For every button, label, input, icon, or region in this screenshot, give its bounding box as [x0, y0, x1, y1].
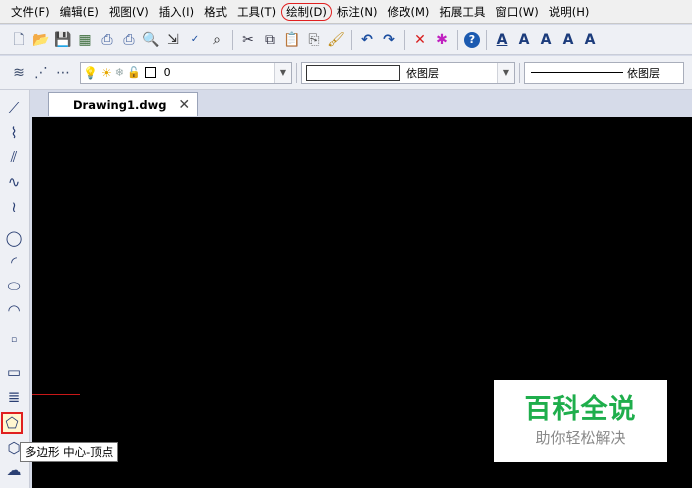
- properties-toolbar: ≋ ⋰ ⋯ 💡 ☀ ❄ 🔓 0 ▼ 依图层 ▼ 依图层: [0, 56, 692, 90]
- toolbar-separator: [351, 29, 352, 50]
- circle-icon[interactable]: ◯: [4, 228, 24, 248]
- paste-special-icon[interactable]: ⎘: [305, 31, 323, 49]
- arc-icon[interactable]: ◜: [4, 252, 24, 272]
- standard-toolbar: 🗋 📂 💾 ▦ ⎙ ⎙ 🔍 ⇲ ✓ ⌕ ✂ ⧉ 📋 ⎘ 🖌 ↶ ↷ ✕ ✱ ? …: [0, 25, 692, 55]
- toolbar-separator: [457, 29, 458, 50]
- toolbar-separator: [296, 62, 297, 83]
- linetype-combo[interactable]: 依图层: [524, 61, 684, 84]
- tab-drawing1[interactable]: Drawing1.dwg ✕: [48, 92, 198, 116]
- crosshair-cursor: [32, 394, 80, 395]
- ellipse-icon[interactable]: ⬭: [4, 276, 24, 296]
- color-combo-label: 依图层: [406, 66, 439, 80]
- toolbar-separator: [404, 29, 405, 50]
- menu-window[interactable]: 窗口(W): [490, 2, 543, 22]
- watermark-subtitle: 助你轻松解决: [535, 429, 626, 447]
- sun-icon: ☀: [100, 65, 112, 80]
- single-line-text-icon[interactable]: A: [515, 31, 533, 49]
- menu-tools[interactable]: 工具(T): [232, 2, 281, 22]
- menu-insert[interactable]: 插入(I): [154, 2, 199, 22]
- close-icon[interactable]: ✕: [178, 97, 190, 113]
- layer-manager-icon[interactable]: ≋: [10, 64, 28, 82]
- layer-name: 0: [163, 66, 171, 79]
- layer-state-icon[interactable]: ⋯: [54, 64, 72, 82]
- watermark: 百科全说 助你轻松解决: [494, 380, 667, 462]
- multiline-text-icon[interactable]: A: [537, 31, 555, 49]
- layer-previous-icon[interactable]: ⋰: [32, 64, 50, 82]
- purge-icon[interactable]: ✱: [433, 31, 451, 49]
- tooltip: 多边形 中心-顶点: [20, 442, 119, 462]
- multiline-icon[interactable]: ⫽: [4, 147, 24, 167]
- linetype-combo-label: 依图层: [627, 66, 660, 80]
- revision-cloud-icon[interactable]: ☁: [4, 460, 24, 480]
- erase-icon[interactable]: ✕: [411, 31, 429, 49]
- lock-icon: 🔓: [126, 66, 141, 79]
- undo-icon[interactable]: ↶: [358, 31, 376, 49]
- point-icon[interactable]: ▫: [4, 330, 24, 350]
- match-properties-icon[interactable]: 🖌: [327, 31, 345, 49]
- watermark-title: 百科全说: [524, 394, 637, 425]
- cut-icon[interactable]: ✂: [239, 31, 257, 49]
- redo-icon[interactable]: ↷: [380, 31, 398, 49]
- copy-icon[interactable]: ⧉: [261, 31, 279, 49]
- helix-icon[interactable]: ≣: [4, 387, 24, 407]
- color-combo[interactable]: 依图层 ▼: [301, 61, 515, 84]
- toolbar-separator: [519, 62, 520, 83]
- color-swatch: [306, 64, 400, 81]
- spline-icon[interactable]: ∿: [4, 172, 24, 192]
- polygon-center-vertex-icon[interactable]: ⬠: [1, 412, 23, 434]
- save-as-icon[interactable]: ▦: [76, 31, 94, 49]
- freeze-icon: ❄: [114, 66, 124, 79]
- freehand-icon[interactable]: ≀: [4, 197, 24, 217]
- layer-combo[interactable]: 💡 ☀ ❄ 🔓 0 ▼: [80, 61, 292, 84]
- spell-check-icon[interactable]: ✓: [186, 31, 204, 49]
- polyline-icon[interactable]: ⌇: [4, 123, 24, 143]
- plot-icon[interactable]: ⎙: [98, 31, 116, 49]
- toolbar-separator: [232, 29, 233, 50]
- new-file-icon[interactable]: 🗋: [10, 31, 28, 49]
- edit-text-icon[interactable]: A: [559, 31, 577, 49]
- bulb-icon: 💡: [83, 65, 98, 80]
- text-style-icon[interactable]: A: [493, 31, 511, 49]
- chevron-down-icon[interactable]: ▼: [497, 62, 514, 83]
- find-icon[interactable]: ⌕: [208, 31, 226, 49]
- chevron-down-icon[interactable]: ▼: [274, 62, 291, 83]
- drawing-canvas[interactable]: 百科全说 助你轻松解决: [32, 117, 692, 488]
- toolbar-separator: [486, 29, 487, 50]
- rectangle-icon[interactable]: ▭: [4, 362, 24, 382]
- menu-view[interactable]: 视图(V): [104, 2, 154, 22]
- menu-edit[interactable]: 编辑(E): [55, 2, 104, 22]
- print-icon[interactable]: ⎙: [120, 31, 138, 49]
- tab-label: Drawing1.dwg: [73, 97, 167, 112]
- menu-extensions[interactable]: 拓展工具: [434, 2, 490, 22]
- menu-modify[interactable]: 修改(M): [382, 2, 434, 22]
- ellipse-arc-icon[interactable]: ◠: [4, 300, 24, 320]
- find-text-icon[interactable]: A: [581, 31, 599, 49]
- open-folder-icon[interactable]: 📂: [32, 31, 50, 49]
- help-icon[interactable]: ?: [464, 31, 480, 48]
- line-icon[interactable]: ⟋: [4, 98, 24, 118]
- paste-icon[interactable]: 📋: [283, 31, 301, 49]
- draw-toolbar: ⟋ ⌇ ⫽ ∿ ≀ ◯ ◜ ⬭ ◠ ▫ ▭ ≣ ⬠ ⬡ ☁: [0, 90, 30, 488]
- save-icon[interactable]: 💾: [54, 31, 72, 49]
- menu-draw[interactable]: 绘制(D): [281, 2, 332, 21]
- publish-icon[interactable]: ⇲: [164, 31, 182, 49]
- menu-dimension[interactable]: 标注(N): [332, 2, 383, 22]
- menu-bar: 文件(F) 编辑(E) 视图(V) 插入(I) 格式 工具(T) 绘制(D) 标…: [0, 0, 692, 24]
- layer-color-square: [144, 67, 156, 78]
- menu-file[interactable]: 文件(F): [6, 2, 55, 22]
- document-tab-bar: Drawing1.dwg ✕: [30, 90, 692, 116]
- menu-help[interactable]: 说明(H): [544, 2, 595, 22]
- print-preview-icon[interactable]: 🔍: [142, 31, 160, 49]
- linetype-preview: [531, 72, 623, 73]
- menu-format[interactable]: 格式: [199, 2, 232, 22]
